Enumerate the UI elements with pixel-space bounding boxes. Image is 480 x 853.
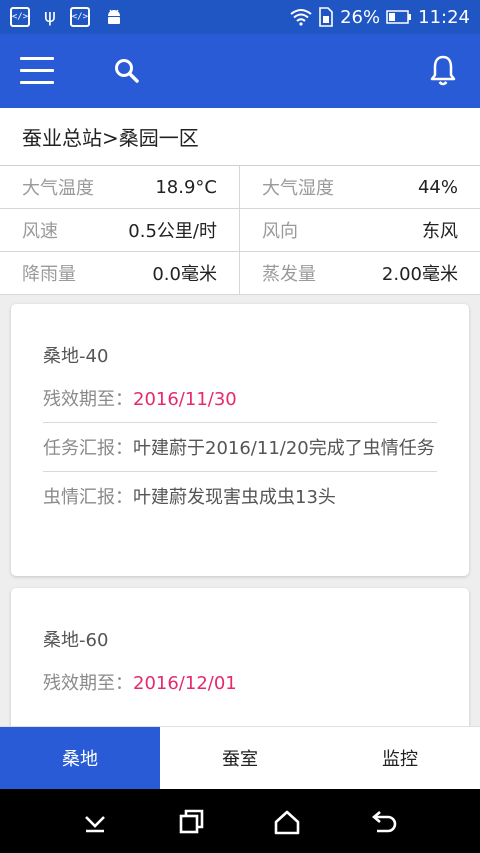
task-report-label: 任务汇报：	[43, 438, 133, 459]
battery-percent: 26%	[340, 6, 381, 28]
weather-cell-evaporation: 蒸发量 2.00毫米	[240, 252, 480, 294]
weather-cell-wind-direction: 风向 东风	[240, 209, 480, 251]
weather-label: 降雨量	[22, 264, 76, 285]
weather-row: 大气温度 18.9°C 大气湿度 44%	[0, 166, 480, 209]
field-card-title: 桑地-60	[43, 630, 109, 651]
residue-row: 残效期至： 2016/12/01	[43, 658, 437, 706]
residue-date: 2016/11/30	[133, 389, 237, 410]
task-report-value: 叶建蔚于2016/11/20完成了虫情任务	[133, 438, 435, 459]
tab-monitoring[interactable]: 监控	[320, 727, 480, 789]
sim-card-icon	[319, 7, 333, 27]
field-card[interactable]: 桑地-60 残效期至： 2016/12/01	[11, 588, 469, 726]
weather-value: 2.00毫米	[381, 264, 458, 285]
search-icon[interactable]	[112, 56, 142, 86]
system-nav-bar	[0, 789, 480, 853]
weather-label: 风速	[22, 221, 58, 242]
weather-label: 风向	[262, 221, 298, 242]
weather-row: 降雨量 0.0毫米 蒸发量 2.00毫米	[0, 252, 480, 295]
breadcrumb: 蚕业总站>桑园一区	[0, 108, 480, 166]
back-icon[interactable]	[368, 807, 398, 837]
residue-label: 残效期至：	[43, 673, 133, 694]
residue-date: 2016/12/01	[133, 673, 237, 694]
bell-icon[interactable]	[428, 54, 458, 88]
app-bar	[0, 34, 480, 108]
pest-report-row: 虫情汇报： 叶建蔚发现害虫成虫13头	[43, 472, 437, 520]
tab-silkworm-room[interactable]: 蚕室	[160, 727, 320, 789]
residue-row: 残效期至： 2016/11/30	[43, 374, 437, 423]
status-notification-icons: </> ψ </>	[10, 7, 124, 27]
weather-cell-air-humidity: 大气湿度 44%	[240, 166, 480, 208]
hide-keyboard-icon[interactable]	[80, 807, 110, 837]
battery-icon	[386, 10, 412, 24]
usb-icon: ψ	[44, 6, 56, 27]
recents-icon[interactable]	[176, 807, 206, 837]
pest-report-label: 虫情汇报：	[43, 487, 133, 508]
field-card[interactable]: 桑地-40 残效期至： 2016/11/30 任务汇报： 叶建蔚于2016/11…	[11, 304, 469, 576]
field-card-title: 桑地-40	[43, 346, 109, 367]
wifi-icon	[290, 9, 312, 26]
weather-value: 18.9°C	[155, 176, 217, 198]
status-system-area: 26% 11:24	[290, 7, 470, 28]
code-icon: </>	[69, 7, 90, 27]
pest-report-value: 叶建蔚发现害虫成虫13头	[133, 487, 336, 508]
tab-mulberry-field[interactable]: 桑地	[0, 727, 160, 789]
menu-icon[interactable]	[20, 54, 54, 88]
weather-label: 大气湿度	[262, 178, 334, 199]
task-report-row: 任务汇报： 叶建蔚于2016/11/20完成了虫情任务	[43, 423, 437, 472]
code-icon: </>	[10, 7, 30, 27]
weather-row: 风速 0.5公里/时 风向 东风	[0, 209, 480, 252]
weather-cell-air-temperature: 大气温度 18.9°C	[0, 166, 240, 208]
residue-label: 残效期至：	[43, 389, 133, 410]
weather-value: 东风	[422, 221, 458, 242]
bottom-tab-bar: 桑地 蚕室 监控	[0, 726, 480, 789]
weather-cell-rainfall: 降雨量 0.0毫米	[0, 252, 240, 294]
weather-value: 0.5公里/时	[128, 221, 217, 242]
weather-cell-wind-speed: 风速 0.5公里/时	[0, 209, 240, 251]
weather-grid: 大气温度 18.9°C 大气湿度 44% 风速 0.5公里/时 风向 东风 降雨…	[0, 166, 480, 295]
status-bar: </> ψ </> 26% 11:24	[0, 0, 480, 34]
weather-label: 大气温度	[22, 178, 94, 199]
android-icon	[107, 9, 120, 24]
field-card-list[interactable]: 桑地-40 残效期至： 2016/11/30 任务汇报： 叶建蔚于2016/11…	[0, 296, 480, 726]
home-icon[interactable]	[272, 807, 302, 837]
weather-value: 44%	[417, 176, 458, 198]
weather-label: 蒸发量	[262, 264, 316, 285]
weather-value: 0.0毫米	[152, 264, 217, 285]
clock: 11:24	[418, 6, 470, 28]
